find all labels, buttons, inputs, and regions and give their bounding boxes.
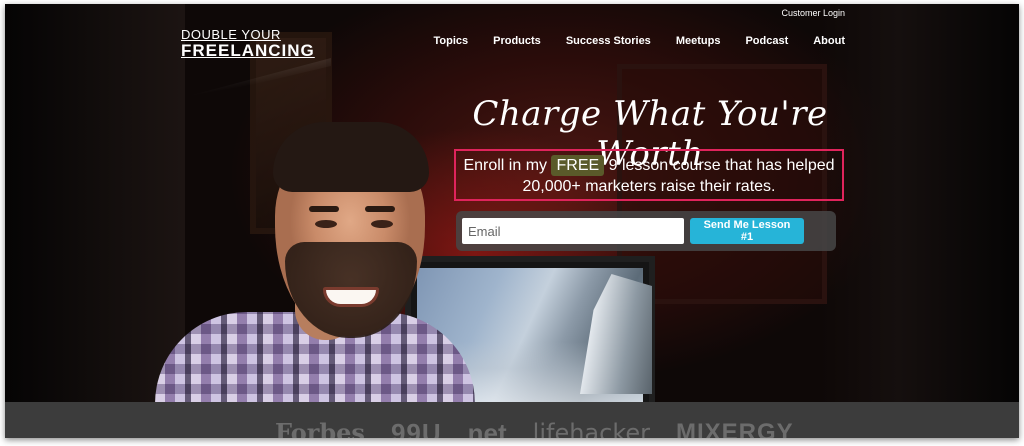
send-lesson-button[interactable]: Send Me Lesson #1 [690, 218, 804, 244]
hero-background [5, 4, 1019, 404]
logo-line2: FREELANCING [181, 41, 315, 60]
nav-products[interactable]: Products [493, 35, 541, 47]
press-bar: Forbes 99U net lifehacker MIXERGY [5, 402, 1019, 438]
press-logo-net: net [467, 418, 507, 438]
browser-viewport: DOUBLE YOUR FREELANCING Customer Login T… [5, 4, 1019, 438]
curtain-right [819, 4, 1019, 402]
free-badge: FREE [551, 155, 605, 176]
logo-line1: DOUBLE YOUR [181, 27, 281, 42]
left-eyebrow [309, 206, 339, 212]
main-nav: Topics Products Success Stories Meetups … [433, 35, 845, 47]
press-logo-99u: 99U [390, 418, 442, 438]
hero-person-photo [155, 122, 485, 404]
hero-subtitle-box: Enroll in my FREE 9 lesson course that h… [454, 149, 844, 201]
subtitle-line2: 20,000+ marketers raise their rates. [522, 178, 776, 195]
press-logo-lifehacker: lifehacker [532, 419, 650, 438]
site-logo[interactable]: DOUBLE YOUR FREELANCING [181, 27, 331, 98]
press-logos: Forbes 99U net lifehacker MIXERGY [275, 418, 794, 439]
press-logo-mixergy: MIXERGY [676, 419, 794, 439]
nav-podcast[interactable]: Podcast [745, 35, 788, 47]
press-logo-forbes: Forbes [275, 418, 365, 439]
hair [273, 122, 429, 192]
right-eye [371, 220, 393, 228]
customer-login-link[interactable]: Customer Login [781, 8, 845, 18]
subtitle-after: 9 lesson course that has helped [608, 157, 835, 174]
left-eye [315, 220, 337, 228]
monitor-wallpaper-cliff [580, 274, 652, 394]
nav-about[interactable]: About [813, 35, 845, 47]
email-input[interactable] [462, 218, 684, 244]
right-eyebrow [365, 206, 395, 212]
nav-topics[interactable]: Topics [433, 35, 468, 47]
subtitle-before: Enroll in my [463, 157, 548, 174]
smile [323, 287, 379, 307]
nav-success-stories[interactable]: Success Stories [566, 35, 651, 47]
signup-form: Send Me Lesson #1 [456, 211, 836, 251]
nav-meetups[interactable]: Meetups [676, 35, 721, 47]
